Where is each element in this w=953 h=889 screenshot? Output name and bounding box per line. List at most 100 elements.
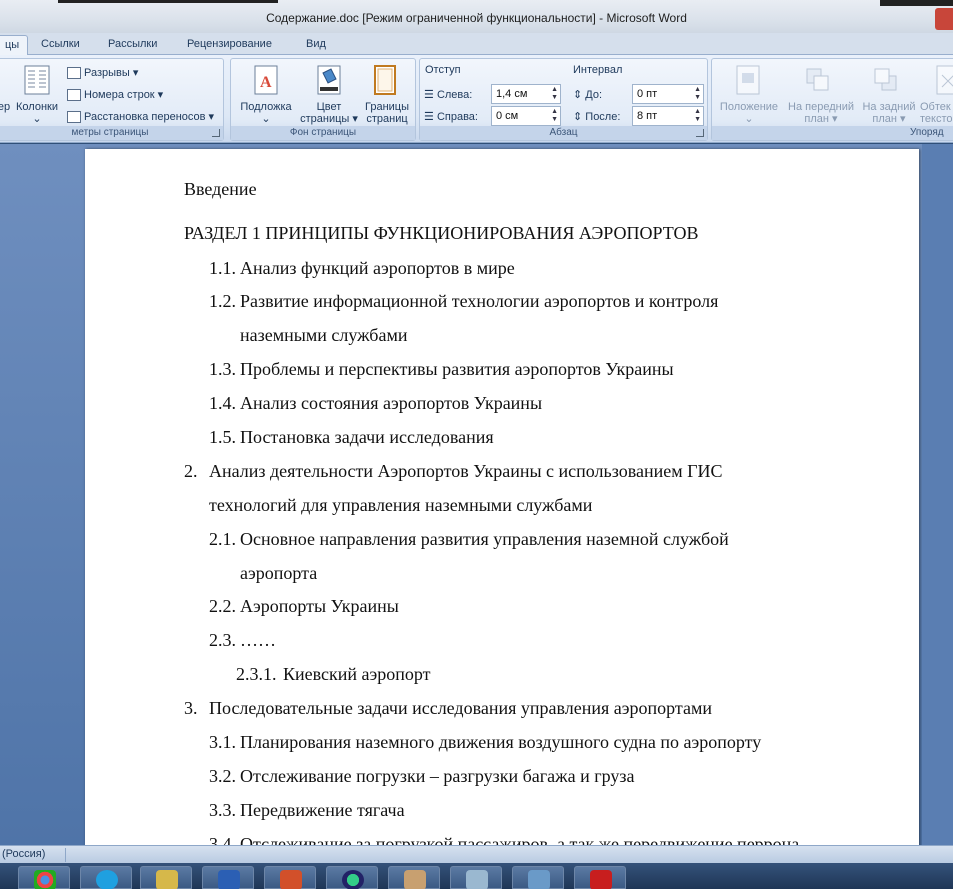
spacing-after-label: ⇕ После: (573, 111, 621, 123)
line-numbers-button[interactable]: Номера строк ▾ (67, 88, 163, 102)
ribbon: ер Колонки ⌄ Разрывы ▾ Номера строк ▾ Ра… (0, 55, 953, 143)
indent-right-icon: ☰ (424, 111, 434, 123)
taskbar (0, 863, 953, 889)
doc-line-num: 3.3. (209, 800, 236, 820)
tab-review[interactable]: Рецензирование (179, 35, 280, 55)
doc-line-1-1[interactable]: Анализ функций аэропортов в мире (240, 257, 515, 279)
indent-left-input[interactable]: 1,4 см ▲ ▼ (491, 84, 561, 104)
tab-references[interactable]: Ссылки (33, 35, 88, 55)
doc-line-2-2[interactable]: Аэропорты Украины (240, 595, 399, 617)
status-language[interactable]: (Россия) (2, 848, 45, 860)
position-icon (736, 65, 760, 95)
window-title: Содержание.doc [Режим ограниченной функц… (266, 11, 687, 25)
text-wrap-button-line2[interactable]: тексто (920, 113, 953, 126)
doc-line-2-1[interactable]: Основное направления развития управления… (240, 528, 729, 550)
page-color-icon (317, 65, 341, 95)
send-backward-icon (874, 68, 897, 91)
globe-icon (342, 870, 364, 889)
indent-left-icon: ☰ (424, 89, 434, 101)
breaks-icon (67, 67, 81, 80)
taskbar-eraser[interactable] (450, 866, 502, 889)
spacing-before-icon: ⇕ (573, 89, 583, 101)
doc-line-num: 1.2. (209, 291, 236, 311)
doc-line-intro[interactable]: Введение (184, 178, 257, 200)
partial-button-label[interactable]: ер (0, 101, 11, 114)
doc-line-section-1[interactable]: РАЗДЕЛ 1 ПРИНЦИПЫ ФУНКЦИОНИРОВАНИЯ АЭРОП… (184, 222, 698, 244)
doc-line-num: 2.2. (209, 596, 236, 616)
position-dropdown-icon: ⌄ (744, 113, 754, 125)
tab-mailings[interactable]: Рассылки (100, 35, 165, 55)
taskbar-powerpoint[interactable] (264, 866, 316, 889)
spin-arrows-icon[interactable]: ▲ ▼ (551, 108, 558, 124)
doc-line-2-3[interactable]: …… (240, 629, 276, 651)
doc-line-1-5[interactable]: Постановка задачи исследования (240, 426, 494, 448)
doc-line-num: 1.5. (209, 427, 236, 447)
close-button[interactable] (935, 8, 953, 30)
group-label-paragraph: Абзац (420, 126, 707, 140)
doc-line-3-3[interactable]: Передвижение тягача (240, 799, 405, 821)
hyphenation-button[interactable]: Расстановка переносов ▾ (67, 110, 214, 124)
spacing-after-input[interactable]: 8 пт ▲ ▼ (632, 106, 704, 126)
page-color-button-line2[interactable]: страницы ▾ (299, 113, 359, 126)
taskbar-photo[interactable] (512, 866, 564, 889)
doc-line-3-1[interactable]: Планирования наземного движения воздушно… (240, 731, 761, 753)
doc-line-2-3-1[interactable]: Киевский аэропорт (283, 663, 431, 685)
taskbar-folder[interactable] (140, 866, 192, 889)
columns-icon (24, 65, 50, 95)
group-label-arrange: Упоряд (712, 126, 953, 140)
taskbar-globe[interactable] (326, 866, 378, 889)
right-margin-strip (922, 144, 953, 845)
doc-line-num: 2.1. (209, 529, 236, 549)
spin-arrows-icon[interactable]: ▲ ▼ (694, 86, 701, 102)
taskbar-pdf[interactable] (574, 866, 626, 889)
eraser-icon (466, 870, 488, 889)
document-area: Введение РАЗДЕЛ 1 ПРИНЦИПЫ ФУНКЦИОНИРОВА… (0, 144, 953, 849)
paragraph-launcher-icon[interactable] (696, 129, 704, 137)
breaks-button[interactable]: Разрывы ▾ (67, 66, 138, 80)
word-icon (218, 870, 240, 889)
doc-line-num: 3. (184, 698, 198, 718)
bring-forward-button-line2[interactable]: план ▾ (784, 113, 858, 126)
spin-arrows-icon[interactable]: ▲ ▼ (694, 108, 701, 124)
spacing-before-input[interactable]: 0 пт ▲ ▼ (632, 84, 704, 104)
doc-line-1-2-cont[interactable]: наземными службами (240, 324, 407, 346)
line-numbers-icon (67, 89, 81, 102)
doc-line-section-3[interactable]: Последовательные задачи исследования упр… (209, 697, 712, 719)
chrome-icon (34, 870, 56, 889)
tab-page-layout[interactable]: цы (0, 35, 29, 55)
title-decoration-right (880, 0, 953, 6)
indent-right-input[interactable]: 0 см ▲ ▼ (491, 106, 561, 126)
folder-icon (156, 870, 178, 889)
ribbon-tabs: цы Ссылки Рассылки Рецензирование Вид (0, 33, 953, 55)
title-bar: Содержание.doc [Режим ограниченной функц… (0, 0, 953, 33)
doc-line-1-3[interactable]: Проблемы и перспективы развития аэропорт… (240, 358, 674, 380)
indent-right-label: ☰ Справа: (424, 111, 478, 123)
page-borders-icon (374, 65, 396, 95)
doc-line-num: 1.3. (209, 359, 236, 379)
doc-line-section-2-cont[interactable]: технологий для управления наземными служ… (209, 494, 592, 516)
page-borders-button-line2[interactable]: страниц (359, 113, 415, 126)
document-page[interactable]: Введение РАЗДЕЛ 1 ПРИНЦИПЫ ФУНКЦИОНИРОВА… (85, 149, 919, 849)
watermark-dropdown-icon: ⌄ (261, 113, 271, 125)
doc-line-num: 2. (184, 461, 198, 481)
doc-line-1-4[interactable]: Анализ состояния аэропортов Украины (240, 392, 542, 414)
doc-line-num: 1.4. (209, 393, 236, 413)
send-backward-button-line2[interactable]: план ▾ (858, 113, 920, 126)
page-setup-launcher-icon[interactable] (212, 129, 220, 137)
taskbar-skype[interactable] (80, 866, 132, 889)
taskbar-paint[interactable] (388, 866, 440, 889)
doc-line-num: 3.2. (209, 766, 236, 786)
status-separator (65, 848, 66, 862)
indent-left-label: ☰ Слева: (424, 89, 473, 101)
text-wrap-icon (936, 65, 953, 95)
doc-line-section-2[interactable]: Анализ деятельности Аэропортов Украины с… (209, 460, 723, 482)
title-decoration (58, 0, 278, 3)
doc-line-3-2[interactable]: Отслеживание погрузки – разгрузки багажа… (240, 765, 634, 787)
spin-arrows-icon[interactable]: ▲ ▼ (551, 86, 558, 102)
watermark-icon: A (254, 65, 278, 95)
taskbar-word[interactable] (202, 866, 254, 889)
taskbar-chrome[interactable] (18, 866, 70, 889)
doc-line-1-2[interactable]: Развитие информационной технологии аэроп… (240, 290, 718, 312)
tab-view[interactable]: Вид (298, 35, 334, 55)
doc-line-2-1-cont[interactable]: аэропорта (240, 562, 317, 584)
